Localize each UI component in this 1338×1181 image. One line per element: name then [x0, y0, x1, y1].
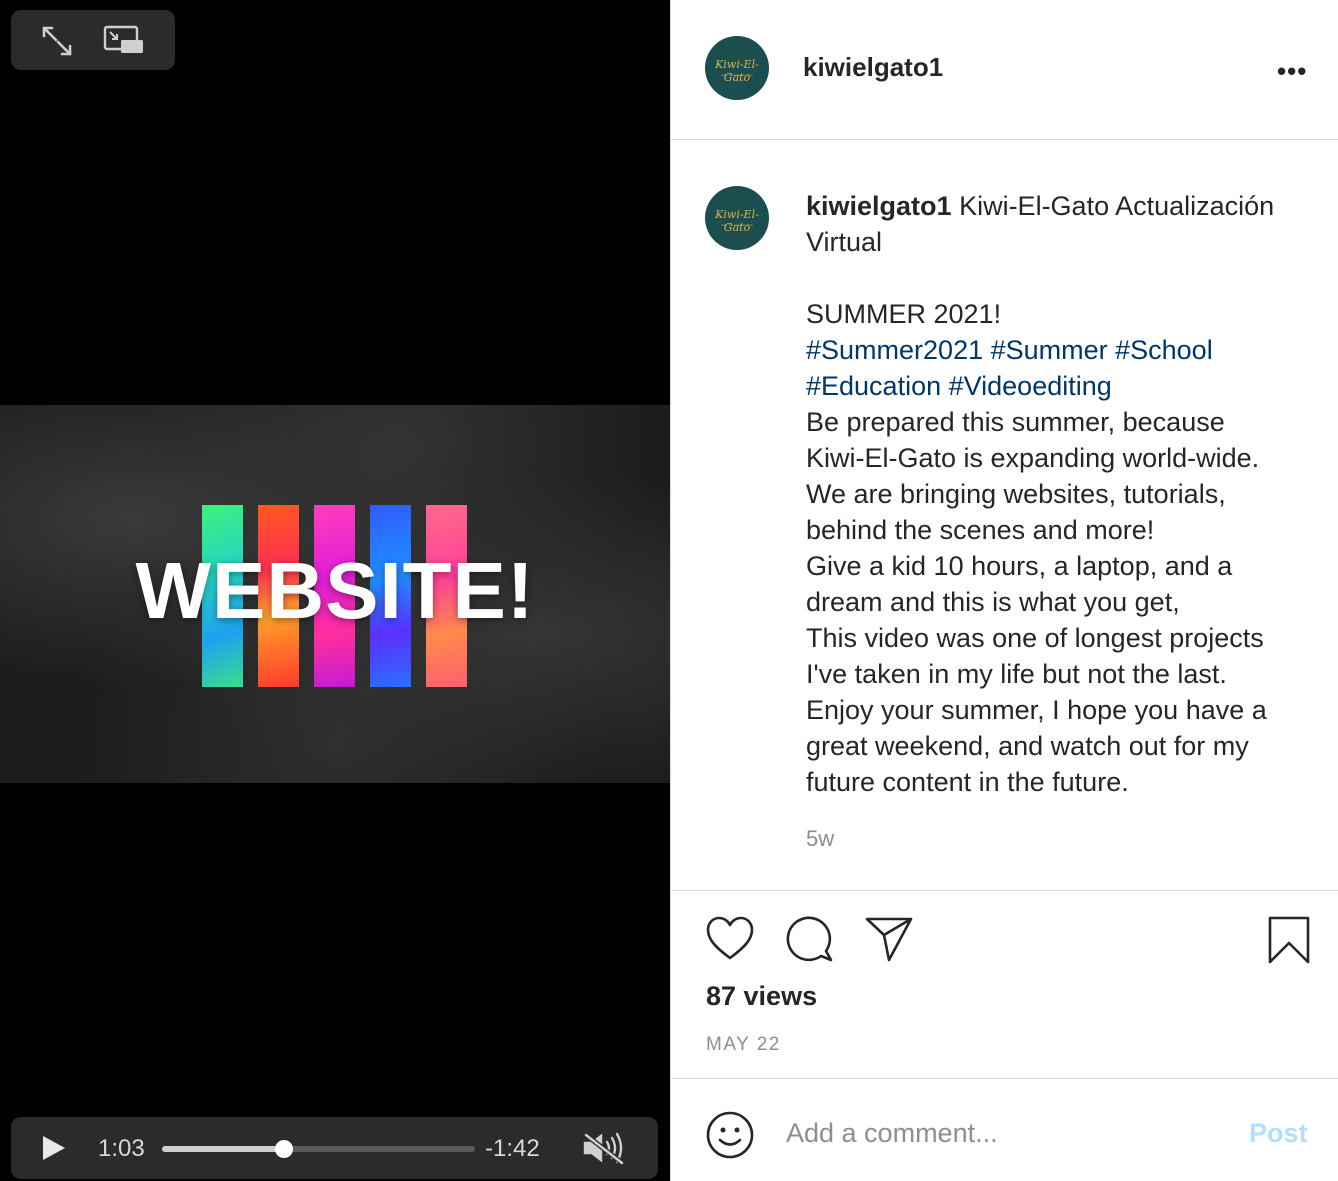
caption-line: Kiwi-El-Gato is expanding world-wide.: [806, 443, 1260, 473]
avatar[interactable]: Kiwi-El-Gato EST. December 5 2019: [705, 36, 769, 100]
caption-username[interactable]: kiwielgato1: [806, 191, 952, 221]
seek-progress: [162, 1146, 285, 1152]
more-options-icon[interactable]: •••: [1277, 56, 1307, 87]
fullscreen-icon[interactable]: [39, 24, 75, 58]
share-send-icon[interactable]: [864, 915, 914, 963]
caption-heading: SUMMER 2021!: [806, 299, 1002, 329]
play-icon[interactable]: [41, 1134, 67, 1162]
post-comment-button[interactable]: Post: [1249, 1118, 1308, 1149]
muted-icon[interactable]: [582, 1131, 628, 1165]
caption-avatar[interactable]: Kiwi-El-Gato EST. December 5 2019: [705, 186, 769, 250]
remaining-time: -1:42: [485, 1135, 540, 1162]
caption-line: Be prepared this summer, because: [806, 407, 1225, 437]
seek-bar[interactable]: [162, 1140, 475, 1158]
caption-line: Give a kid 10 hours, a laptop, and a: [806, 551, 1233, 581]
divider: [671, 139, 1338, 140]
caption-line: future content in the future.: [806, 767, 1129, 797]
caption-line: great weekend, and watch out for my: [806, 731, 1249, 761]
post-panel: Kiwi-El-Gato EST. December 5 2019 kiwiel…: [670, 0, 1338, 1181]
post-date: MAY 22: [706, 1034, 781, 1055]
elapsed-time: 1:03: [98, 1135, 145, 1162]
header-username[interactable]: kiwielgato1: [803, 52, 943, 83]
divider: [671, 1078, 1338, 1079]
caption-line: I've taken in my life but not the last.: [806, 659, 1227, 689]
post-caption: kiwielgato1 Kiwi-El-Gato Actualización V…: [806, 188, 1326, 800]
hashtags-line[interactable]: #Education #Videoediting: [806, 368, 1326, 404]
video-player[interactable]: WEBSITE! 1:03 -1:42: [0, 0, 670, 1181]
video-frame: WEBSITE!: [0, 405, 670, 783]
view-count[interactable]: 87 views: [706, 981, 817, 1012]
hashtags-line[interactable]: #Summer2021 #Summer #School: [806, 332, 1326, 368]
post-age[interactable]: 5w: [806, 826, 834, 852]
like-heart-icon[interactable]: [705, 915, 755, 963]
caption-line: This video was one of longest projects: [806, 623, 1264, 653]
comment-icon[interactable]: [785, 915, 835, 963]
caption-line: We are bringing websites, tutorials,: [806, 479, 1226, 509]
divider: [671, 890, 1338, 891]
seek-handle[interactable]: [275, 1140, 294, 1158]
video-title-text: WEBSITE!: [135, 546, 535, 635]
caption-line: dream and this is what you get,: [806, 587, 1180, 617]
comment-input[interactable]: Add a comment...: [786, 1118, 998, 1149]
picture-in-picture-icon[interactable]: [103, 24, 145, 56]
emoji-smiley-icon[interactable]: [705, 1110, 755, 1160]
caption-line: behind the scenes and more!: [806, 515, 1155, 545]
video-top-controls: [11, 10, 175, 70]
save-bookmark-icon[interactable]: [1267, 915, 1311, 965]
caption-line: Enjoy your summer, I hope you have a: [806, 695, 1267, 725]
video-bottom-controls: 1:03 -1:42: [11, 1117, 658, 1179]
